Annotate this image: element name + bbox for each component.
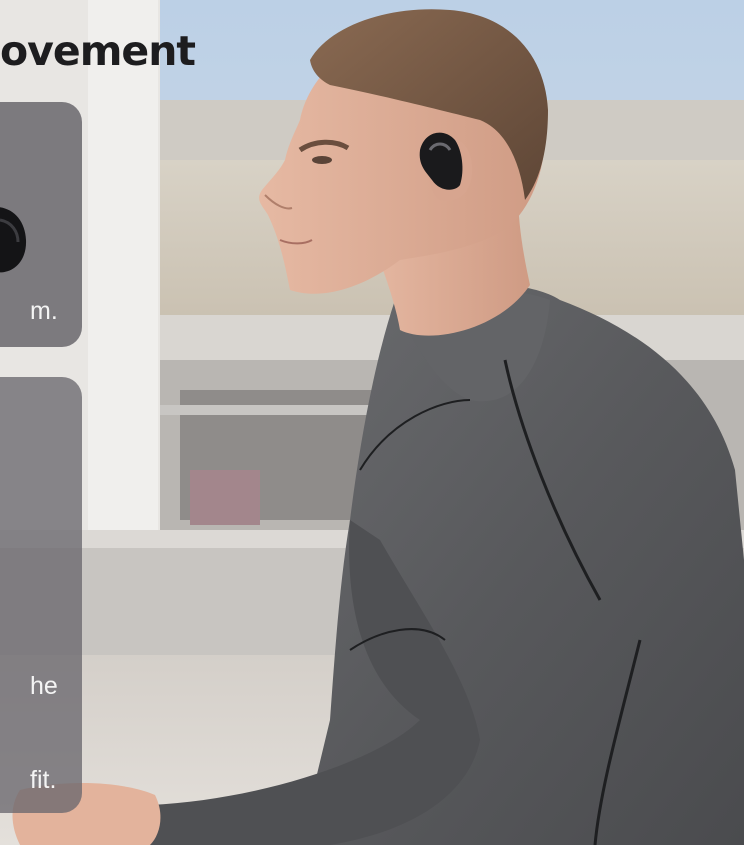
earbud-icon xyxy=(0,207,27,273)
hero-photo xyxy=(0,0,744,845)
card-bottom-text-line-1: he xyxy=(30,672,58,700)
product-hero: ovement m. he fit. xyxy=(0,0,744,845)
feature-card-bottom xyxy=(0,377,82,813)
card-bottom-text-line-2: fit. xyxy=(30,766,57,794)
section-headline: ovement xyxy=(0,27,196,75)
card-top-text: m. xyxy=(30,297,58,325)
